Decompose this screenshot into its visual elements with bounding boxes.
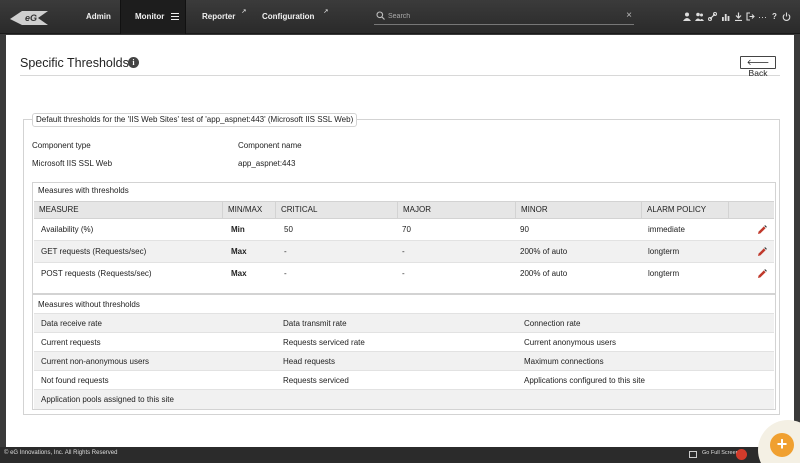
nav-configuration-label: Configuration bbox=[262, 12, 315, 21]
help-icon[interactable]: ? bbox=[770, 12, 779, 22]
component-type-label: Component type bbox=[32, 141, 91, 150]
zoom-plus-icon[interactable]: + bbox=[770, 433, 794, 457]
copyright-text: © eG Innovations, Inc. All Rights Reserv… bbox=[4, 450, 118, 456]
more-icon[interactable]: ··· bbox=[758, 12, 767, 22]
column-header: MEASURE bbox=[34, 202, 223, 218]
close-circle-icon[interactable] bbox=[736, 449, 747, 460]
list-item: Current anonymous users bbox=[524, 338, 617, 347]
list-item: Data receive rate bbox=[41, 319, 102, 328]
top-navigation-bar: eG Admin Monitor Reporter ↗ Configuratio… bbox=[0, 0, 800, 34]
column-header: MIN/MAX bbox=[223, 202, 276, 218]
measure-name: GET requests (Requests/sec) bbox=[41, 247, 147, 256]
svg-text:eG: eG bbox=[25, 13, 37, 23]
eg-logo[interactable]: eG bbox=[8, 6, 50, 28]
menu-icon[interactable] bbox=[171, 13, 179, 20]
list-row: Current requests Requests serviced rate … bbox=[34, 333, 774, 352]
nav-admin[interactable]: Admin bbox=[86, 0, 111, 34]
table-row: GET requests (Requests/sec) Max - - 200%… bbox=[34, 241, 774, 263]
critical-value: 50 bbox=[284, 225, 293, 234]
minor-value: 200% of auto bbox=[520, 269, 568, 278]
search-icon bbox=[376, 11, 385, 20]
nav-monitor[interactable]: Monitor bbox=[120, 0, 186, 34]
min-max-value: Min bbox=[231, 225, 245, 234]
clear-icon[interactable]: × bbox=[626, 9, 632, 23]
thresholds-fieldset: Default thresholds for the 'IIS Web Site… bbox=[23, 113, 780, 415]
component-name-label: Component name bbox=[238, 141, 302, 150]
minor-value: 200% of auto bbox=[520, 247, 568, 256]
download-icon[interactable] bbox=[734, 12, 743, 22]
list-row: Not found requests Requests serviced App… bbox=[34, 371, 774, 390]
list-item: Applications configured to this site bbox=[524, 376, 645, 385]
user-icon[interactable] bbox=[682, 12, 691, 22]
alarm-policy-value: longterm bbox=[648, 247, 680, 256]
footer-bar: © eG Innovations, Inc. All Rights Reserv… bbox=[0, 447, 800, 463]
back-arrow-icon: 🡐 bbox=[746, 57, 770, 67]
users-icon[interactable] bbox=[695, 12, 704, 22]
external-link-icon: ↗ bbox=[241, 9, 247, 15]
critical-value: - bbox=[284, 247, 287, 256]
list-item: Not found requests bbox=[41, 376, 109, 385]
external-link-icon: ↗ bbox=[323, 9, 329, 15]
list-item: Connection rate bbox=[524, 319, 581, 328]
critical-value: - bbox=[284, 269, 287, 278]
list-item: Current non-anonymous users bbox=[41, 357, 150, 366]
section-title: Measures without thresholds bbox=[38, 300, 140, 309]
column-header: ALARM POLICY bbox=[642, 202, 729, 218]
section-title: Measures with thresholds bbox=[38, 186, 129, 195]
link-icon[interactable] bbox=[708, 12, 717, 22]
power-icon[interactable] bbox=[782, 12, 791, 22]
component-name-value: app_aspnet:443 bbox=[238, 159, 296, 168]
column-header: MINOR bbox=[516, 202, 642, 218]
nav-monitor-label: Monitor bbox=[135, 12, 165, 21]
major-value: - bbox=[402, 247, 405, 256]
fieldset-legend: Default thresholds for the 'IIS Web Site… bbox=[32, 113, 358, 127]
search-input[interactable] bbox=[388, 10, 618, 23]
info-icon[interactable]: i bbox=[128, 57, 139, 68]
back-button[interactable]: 🡐 Back bbox=[740, 56, 776, 78]
table-header: MEASURE MIN/MAX CRITICAL MAJOR MINOR ALA… bbox=[34, 201, 774, 219]
alarm-policy-value: immediate bbox=[648, 225, 685, 234]
page-title: Specific Thresholds bbox=[20, 56, 129, 70]
list-item: Application pools assigned to this site bbox=[41, 395, 174, 404]
alarm-policy-value: longterm bbox=[648, 269, 680, 278]
component-type-value: Microsoft IIS SSL Web bbox=[32, 159, 113, 168]
major-value: - bbox=[402, 269, 405, 278]
list-item: Maximum connections bbox=[524, 357, 604, 366]
list-item: Head requests bbox=[283, 357, 336, 366]
measures-with-thresholds-table: Measures with thresholds MEASURE MIN/MAX… bbox=[32, 182, 776, 294]
chart-icon[interactable] bbox=[721, 12, 730, 22]
nav-reporter-label: Reporter bbox=[202, 12, 236, 21]
min-max-value: Max bbox=[231, 269, 247, 278]
column-header: CRITICAL bbox=[276, 202, 398, 218]
signout-icon[interactable] bbox=[746, 12, 755, 22]
list-item: Requests serviced rate bbox=[283, 338, 365, 347]
column-header: MAJOR bbox=[398, 202, 516, 218]
list-row: Current non-anonymous users Head request… bbox=[34, 352, 774, 371]
major-value: 70 bbox=[402, 225, 411, 234]
list-item: Requests serviced bbox=[283, 376, 349, 385]
nav-reporter[interactable]: Reporter ↗ bbox=[202, 0, 246, 34]
fullscreen-icon bbox=[689, 451, 697, 458]
back-button-label: Back bbox=[748, 68, 768, 78]
edit-icon[interactable] bbox=[757, 225, 767, 235]
edit-icon[interactable] bbox=[757, 247, 767, 257]
table-row: POST requests (Requests/sec) Max - - 200… bbox=[34, 263, 774, 285]
nav-configuration[interactable]: Configuration ↗ bbox=[262, 0, 328, 34]
search-box: × bbox=[374, 9, 634, 25]
edit-icon[interactable] bbox=[757, 269, 767, 279]
minor-value: 90 bbox=[520, 225, 529, 234]
fullscreen-link[interactable]: Go Full Screen bbox=[702, 450, 739, 456]
list-row: Application pools assigned to this site bbox=[34, 390, 774, 409]
section-header: Measures without thresholds bbox=[34, 295, 774, 314]
list-row: Data receive rate Data transmit rate Con… bbox=[34, 314, 774, 333]
main-panel: Specific Thresholds i 🡐 Back Default thr… bbox=[6, 35, 794, 447]
measure-name: POST requests (Requests/sec) bbox=[41, 269, 152, 278]
min-max-value: Max bbox=[231, 247, 247, 256]
table-row: Availability (%) Min 50 70 90 immediate bbox=[34, 219, 774, 241]
list-item: Current requests bbox=[41, 338, 101, 347]
list-item: Data transmit rate bbox=[283, 319, 347, 328]
divider bbox=[20, 75, 780, 76]
measure-name: Availability (%) bbox=[41, 225, 94, 234]
measures-without-thresholds-list: Measures without thresholds Data receive… bbox=[32, 294, 776, 410]
